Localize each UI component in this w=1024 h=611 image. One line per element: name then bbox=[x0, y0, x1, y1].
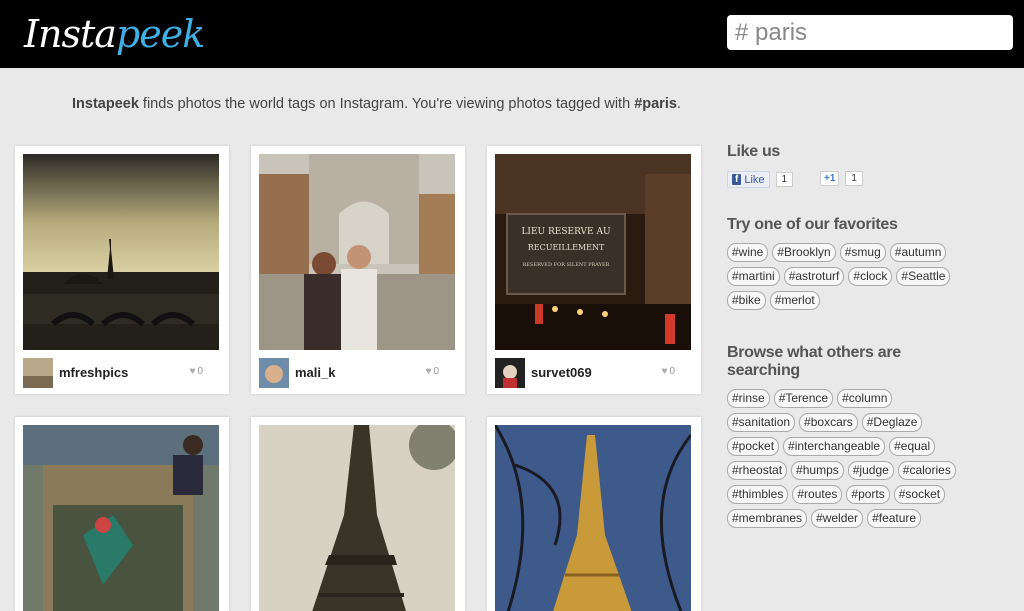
favorites-tags: #wine #Brooklyn #smug #autumn #martini #… bbox=[727, 243, 967, 310]
tag-link[interactable]: #autumn bbox=[889, 243, 947, 262]
tag-link[interactable]: #bike bbox=[727, 291, 766, 310]
tag-link[interactable]: #welder bbox=[811, 509, 864, 528]
tag-link[interactable]: #wine bbox=[727, 243, 769, 262]
favorites-section: Try one of our favorites bbox=[727, 216, 898, 234]
sign-line-3: RESERVED FOR SILENT PRAYER bbox=[523, 262, 610, 268]
username[interactable]: mfreshpics bbox=[59, 365, 128, 380]
header-bar: Instapeek bbox=[0, 0, 1024, 68]
likes-count[interactable]: ♥ 0 bbox=[662, 366, 676, 377]
gplus-count: 1 bbox=[845, 171, 863, 186]
browse-tags: #rinse #Terence #column #sanitation #box… bbox=[727, 389, 957, 528]
avatar[interactable] bbox=[23, 358, 53, 388]
tag-link[interactable]: #merlot bbox=[769, 291, 820, 310]
tag-link[interactable]: #rinse bbox=[727, 389, 770, 408]
avatar[interactable] bbox=[259, 358, 289, 388]
browse-title: Browse what others are searching bbox=[727, 344, 901, 379]
tag-link[interactable]: #astroturf bbox=[783, 267, 845, 286]
intro-tag: #paris bbox=[634, 96, 677, 112]
photo-card[interactable] bbox=[251, 417, 465, 611]
browse-section: Browse what others are searching bbox=[727, 344, 927, 380]
gplus-widget[interactable]: +1 1 bbox=[820, 171, 863, 186]
favorites-title: Try one of our favorites bbox=[727, 216, 898, 233]
tag-link[interactable]: #feature bbox=[867, 509, 922, 528]
intro-brand: Instapeek bbox=[72, 96, 139, 112]
like-us-section: Like us bbox=[727, 143, 780, 161]
photo-card[interactable] bbox=[15, 417, 229, 611]
photo-card[interactable]: mfreshpics ♥ 0 bbox=[15, 146, 229, 394]
facebook-like-widget[interactable]: f Like 1 bbox=[727, 171, 794, 188]
sign-line-2: RECUEILLEMENT bbox=[528, 243, 605, 252]
tag-link[interactable]: #rheostat bbox=[727, 461, 788, 480]
tag-link[interactable]: #Deglaze bbox=[861, 413, 923, 432]
tag-link[interactable]: #Seattle bbox=[896, 267, 951, 286]
likes-count[interactable]: ♥ 0 bbox=[426, 366, 440, 377]
photo-eiffel-sepia[interactable] bbox=[259, 425, 455, 611]
avatar[interactable] bbox=[495, 358, 525, 388]
tag-link[interactable]: #sanitation bbox=[727, 413, 796, 432]
tag-link[interactable]: #equal bbox=[889, 437, 936, 456]
photo-arc-de-triomphe[interactable] bbox=[259, 154, 455, 350]
photo-eiffel-seine[interactable] bbox=[23, 154, 219, 350]
search-input[interactable] bbox=[727, 15, 1013, 50]
photo-eiffel-night[interactable] bbox=[495, 425, 691, 611]
tag-link[interactable]: #Brooklyn bbox=[772, 243, 836, 262]
tag-link[interactable]: #judge bbox=[847, 461, 894, 480]
intro-text: Instapeek finds photos the world tags on… bbox=[72, 96, 681, 112]
tag-link[interactable]: #membranes bbox=[727, 509, 808, 528]
tag-link[interactable]: #martini bbox=[727, 267, 780, 286]
tag-link[interactable]: #routes bbox=[792, 485, 843, 504]
gplus-button[interactable]: +1 bbox=[820, 171, 840, 186]
facebook-like-button[interactable]: f Like bbox=[727, 171, 770, 188]
facebook-icon: f bbox=[732, 174, 742, 185]
heart-icon: ♥ bbox=[189, 366, 196, 377]
tag-link[interactable]: #Terence bbox=[773, 389, 834, 408]
likes-count[interactable]: ♥ 0 bbox=[190, 366, 204, 377]
tag-link[interactable]: #column bbox=[837, 389, 893, 408]
username[interactable]: mali_k bbox=[295, 365, 335, 380]
sign-line-1: LIEU RESERVE AU bbox=[521, 227, 611, 237]
photo-church-candles[interactable]: LIEU RESERVE AU RECUEILLEMENT RESERVED F… bbox=[495, 154, 691, 350]
photo-street-art[interactable] bbox=[23, 425, 219, 611]
username[interactable]: survet069 bbox=[531, 365, 592, 380]
tag-link[interactable]: #interchangeable bbox=[783, 437, 886, 456]
intro-body: finds photos the world tags on Instagram… bbox=[138, 96, 635, 112]
tag-link[interactable]: #thimbles bbox=[727, 485, 789, 504]
tag-link[interactable]: #clock bbox=[848, 267, 893, 286]
tag-link[interactable]: #calories bbox=[897, 461, 956, 480]
logo[interactable]: Instapeek bbox=[24, 12, 205, 56]
photo-card[interactable] bbox=[487, 417, 701, 611]
heart-icon: ♥ bbox=[425, 366, 432, 377]
tag-link[interactable]: #humps bbox=[791, 461, 844, 480]
tag-link[interactable]: #boxcars bbox=[799, 413, 858, 432]
photo-card[interactable]: mali_k ♥ 0 bbox=[251, 146, 465, 394]
photo-card[interactable]: LIEU RESERVE AU RECUEILLEMENT RESERVED F… bbox=[487, 146, 701, 394]
tag-link[interactable]: #socket bbox=[893, 485, 946, 504]
tag-link[interactable]: #pocket bbox=[727, 437, 780, 456]
heart-icon: ♥ bbox=[661, 366, 668, 377]
like-us-title: Like us bbox=[727, 143, 781, 160]
facebook-like-count: 1 bbox=[775, 172, 794, 187]
tag-link[interactable]: #smug bbox=[839, 243, 886, 262]
tag-link[interactable]: #ports bbox=[846, 485, 890, 504]
